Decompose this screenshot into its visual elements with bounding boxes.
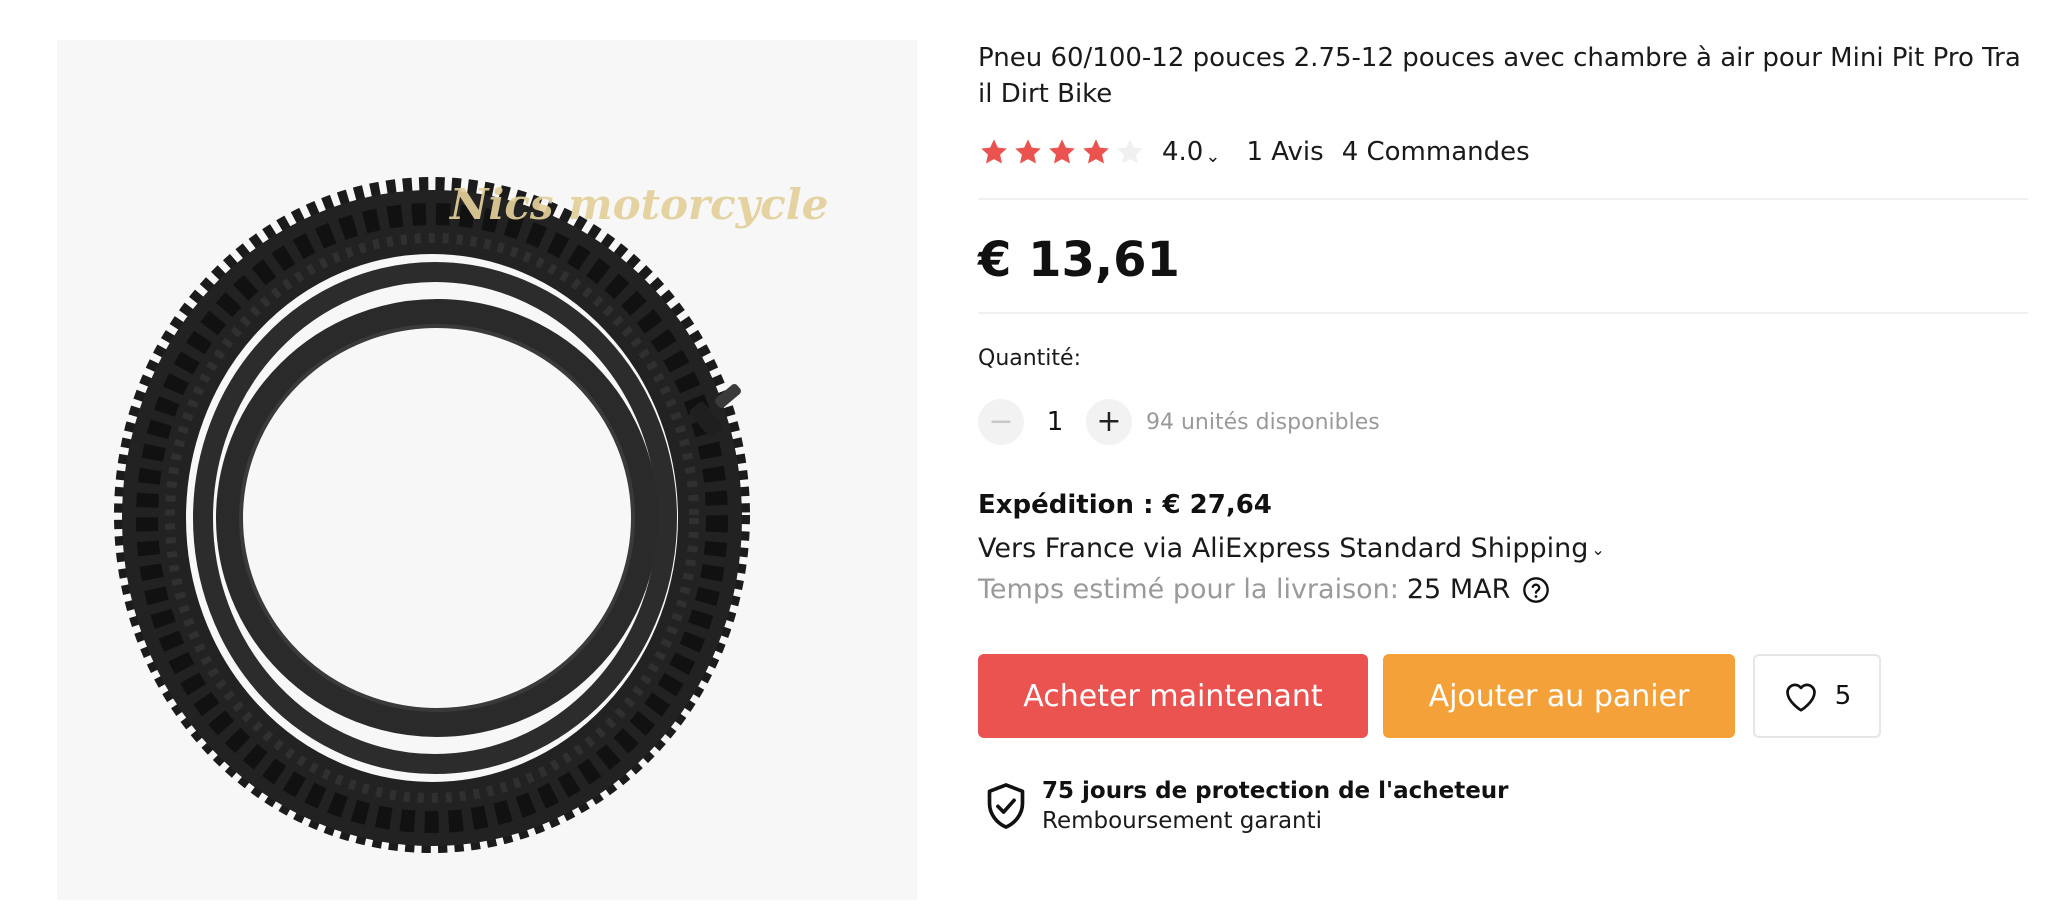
wishlist-count: 5 <box>1834 681 1852 711</box>
star-filled-icon <box>1083 139 1109 164</box>
protection-subtitle: Remboursement garanti <box>1042 808 1323 834</box>
star-filled-icon <box>981 139 1007 164</box>
shipping-method-label: Vers France via AliExpress Standard Ship… <box>978 533 1589 564</box>
protection-title: 75 jours de protection de l'acheteur <box>1042 778 1509 804</box>
tire-illustration <box>114 177 750 853</box>
divider <box>978 312 2028 314</box>
buyer-protection: 75 jours de protection de l'acheteur Rem… <box>984 776 1509 836</box>
product-price: € 13,61 <box>978 232 1180 288</box>
quantity-label: Quantité: <box>978 346 1081 371</box>
rating-row: 4.0 ⌄ 1 Avis 4 Commandes <box>978 134 1530 170</box>
star-filled-icon <box>1015 139 1041 164</box>
rating-value[interactable]: 4.0 <box>1162 137 1203 167</box>
orders-count: 4 Commandes <box>1341 137 1530 167</box>
reviews-count[interactable]: 1 Avis <box>1246 137 1323 167</box>
help-icon[interactable] <box>1522 576 1550 604</box>
increase-quantity-button[interactable]: + <box>1086 399 1132 445</box>
chevron-down-icon[interactable]: ⌄ <box>1205 146 1220 167</box>
stock-available: 94 unités disponibles <box>1146 409 1380 435</box>
chevron-down-icon: ⌄ <box>1591 540 1605 559</box>
quantity-stepper: − 1 + 94 unités disponibles <box>978 399 1380 445</box>
heart-icon <box>1785 683 1816 712</box>
wishlist-button[interactable]: 5 <box>1753 654 1881 738</box>
add-to-cart-button[interactable]: Ajouter au panier <box>1383 654 1735 738</box>
delivery-estimate: Temps estimé pour la livraison: 25 MAR <box>978 574 1550 605</box>
product-image[interactable]: Nics motorcycle <box>57 40 917 900</box>
decrease-quantity-button[interactable]: − <box>978 399 1024 445</box>
star-empty-icon <box>1117 139 1143 164</box>
shipping-cost: Expédition : € 27,64 <box>978 490 1272 520</box>
divider <box>978 198 2028 200</box>
rating-stars[interactable] <box>978 136 1148 168</box>
buy-now-button[interactable]: Acheter maintenant <box>978 654 1368 738</box>
shield-check-icon <box>987 783 1025 829</box>
shipping-method-selector[interactable]: Vers France via AliExpress Standard Ship… <box>978 533 1605 564</box>
star-filled-icon <box>1049 139 1075 164</box>
plus-icon: + <box>1096 404 1122 439</box>
delivery-date: 25 MAR <box>1406 574 1511 605</box>
minus-icon: − <box>988 404 1014 439</box>
quantity-input[interactable]: 1 <box>1024 407 1086 437</box>
delivery-label: Temps estimé pour la livraison: <box>978 574 1399 605</box>
product-title: Pneu 60/100-12 pouces 2.75-12 pouces ave… <box>978 43 2021 109</box>
image-watermark: Nics motorcycle <box>450 180 829 229</box>
product-page: Nics motorcycle Pneu 60/100-12 pouces 2.… <box>0 0 2045 913</box>
